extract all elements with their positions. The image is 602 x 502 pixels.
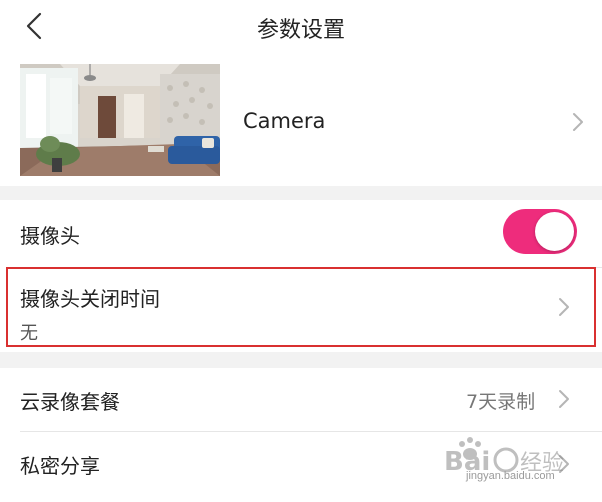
private-share-label: 私密分享 <box>20 454 100 478</box>
camera-toggle-switch[interactable] <box>503 209 577 254</box>
chevron-right-icon <box>559 298 569 316</box>
cloud-recording-plan-value: 7天录制 <box>466 391 536 413</box>
toggle-knob <box>535 212 574 251</box>
camera-thumbnail <box>20 64 220 176</box>
camera-close-time-row[interactable]: 摄像头关闭时间 无 <box>6 267 596 347</box>
cloud-recording-label: 云录像套餐 <box>20 390 120 414</box>
camera-name: Camera <box>243 109 326 133</box>
camera-close-time-label: 摄像头关闭时间 <box>20 287 160 311</box>
navigation-bar: 参数设置 <box>0 0 602 52</box>
chevron-right-icon <box>559 390 569 408</box>
page-title: 参数设置 <box>256 18 345 43</box>
baidu-jingyan-watermark: Bai 经验 <box>444 437 564 477</box>
cloud-recording-row[interactable]: 云录像套餐 7天录制 <box>0 368 602 430</box>
camera-toggle-label: 摄像头 <box>20 224 80 248</box>
watermark-url: jingyan.baidu.com <box>466 470 555 482</box>
camera-device-row[interactable]: Camera <box>0 52 602 186</box>
chevron-right-icon <box>573 113 583 131</box>
camera-close-time-value: 无 <box>20 323 38 344</box>
